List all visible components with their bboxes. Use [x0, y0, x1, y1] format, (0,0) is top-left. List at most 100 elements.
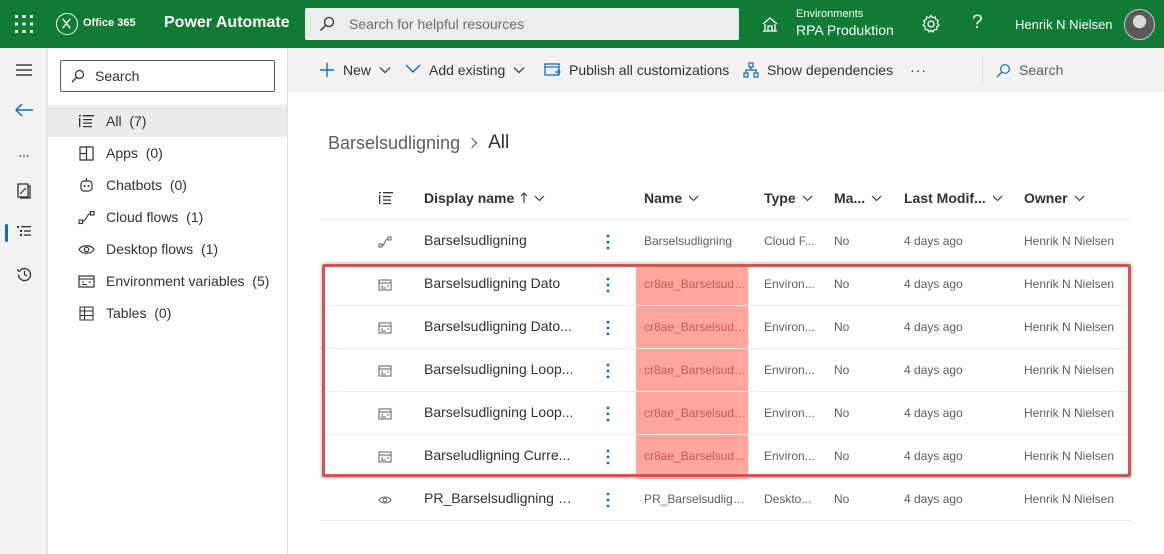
- top-search-box[interactable]: [305, 8, 739, 40]
- nav-item-cloud-flows[interactable]: Cloud flows (1): [48, 201, 287, 233]
- column-label: Name: [644, 190, 683, 206]
- column-header-managed[interactable]: Ma...: [834, 190, 882, 206]
- cell-modified: 4 days ago: [904, 406, 963, 420]
- env-variable-icon: [378, 408, 392, 420]
- solutions-button[interactable]: [0, 172, 48, 208]
- history-icon: [16, 267, 31, 281]
- table-row[interactable]: Barselsudligning Loop... cr8ae_Barselsud…: [320, 349, 1132, 392]
- chevron-down-icon: [534, 195, 545, 201]
- help-icon[interactable]: ?: [972, 12, 983, 34]
- cell-type: Environ...: [764, 277, 815, 291]
- add-existing-button[interactable]: Add existing: [405, 48, 525, 92]
- dependencies-icon: [743, 62, 759, 78]
- more-vertical-icon[interactable]: [604, 318, 612, 338]
- more-vertical-icon[interactable]: [604, 490, 612, 510]
- cell-owner: Henrik N Nielsen: [1024, 406, 1115, 420]
- cell-display-name[interactable]: Barselsudligning Dato...: [424, 318, 574, 334]
- cell-display-name[interactable]: Barselsudligning Loop...: [424, 361, 574, 377]
- cell-modified: 4 days ago: [904, 363, 963, 377]
- environment-value[interactable]: RPA Produktion: [796, 22, 894, 38]
- cell-display-name[interactable]: Barseludligning Curre...: [424, 447, 574, 463]
- new-button[interactable]: New: [319, 48, 391, 92]
- settings-gear-icon[interactable]: [921, 14, 941, 34]
- env-variable-icon: [378, 365, 392, 377]
- app-title[interactable]: Power Automate: [164, 14, 290, 32]
- environment-icon[interactable]: [761, 15, 779, 33]
- table-row[interactable]: PR_Barselsudligning E... PR_Barselsudlig…: [320, 478, 1132, 521]
- column-label: Last Modif...: [904, 190, 986, 206]
- publish-all-button[interactable]: Publish all customizations: [544, 48, 729, 92]
- cell-display-name[interactable]: Barselsudligning Dato: [424, 275, 574, 291]
- suite-name[interactable]: Office 365: [83, 17, 136, 29]
- overflow-more-button[interactable]: ···: [910, 48, 927, 92]
- object-side-nav: All (7) Apps (0) Chatbots (0) Cloud flow…: [48, 48, 288, 554]
- back-button[interactable]: [0, 92, 48, 128]
- table-row[interactable]: Barseludligning Curre... cr8ae_Barselsud…: [320, 435, 1132, 478]
- table-row[interactable]: Barselsudligning Barselsudligning Cloud …: [320, 220, 1132, 263]
- user-avatar[interactable]: [1124, 9, 1155, 40]
- breadcrumb-parent[interactable]: Barselsudligning: [328, 133, 460, 154]
- table-row[interactable]: Barselsudligning Loop... cr8ae_Barselsud…: [320, 392, 1132, 435]
- nav-item-apps[interactable]: Apps (0): [48, 137, 287, 169]
- cell-display-name[interactable]: Barselsudligning Loop...: [424, 404, 574, 420]
- nav-item-label: Tables: [106, 305, 147, 321]
- history-button[interactable]: [0, 256, 48, 292]
- cell-modified: 4 days ago: [904, 320, 963, 334]
- cell-display-name[interactable]: PR_Barselsudligning E...: [424, 490, 574, 506]
- table-icon: [79, 306, 94, 321]
- cell-managed: No: [834, 363, 850, 377]
- cell-type: Deskto...: [764, 492, 812, 506]
- more-vertical-icon[interactable]: [604, 232, 612, 252]
- column-header-type[interactable]: Type: [764, 190, 813, 206]
- left-rail: ...: [0, 48, 48, 554]
- grid-search-label: Search: [1019, 62, 1064, 78]
- nav-item-tables[interactable]: Tables (0): [48, 297, 287, 329]
- nav-search-box[interactable]: [60, 60, 275, 92]
- table-row[interactable]: Barselsudligning Dato cr8ae_Barselsudli.…: [320, 263, 1132, 306]
- nav-item-label: All: [106, 113, 122, 129]
- chevron-down-icon: [802, 195, 813, 201]
- user-name[interactable]: Henrik N Nielsen: [1015, 17, 1113, 32]
- cell-owner: Henrik N Nielsen: [1024, 320, 1115, 334]
- nav-item-chatbots[interactable]: Chatbots (0): [48, 169, 287, 201]
- environment-label[interactable]: Environments: [796, 8, 863, 20]
- hamburger-menu-button[interactable]: [0, 52, 48, 88]
- nav-item-count: (7): [129, 113, 147, 129]
- nav-item-desktop-flows[interactable]: Desktop flows (1): [48, 233, 287, 265]
- search-icon: [320, 16, 335, 31]
- nav-item-all[interactable]: All (7): [48, 105, 287, 137]
- cell-name: cr8ae_Barselsudli...: [644, 449, 748, 463]
- more-vertical-icon[interactable]: [604, 275, 612, 295]
- office-365-logo-icon[interactable]: [56, 13, 78, 35]
- nav-item-label: Chatbots: [106, 177, 163, 193]
- grid-header: Display name Name Type Ma... Last Modif.…: [320, 176, 1132, 220]
- column-header-display-name[interactable]: Display name: [424, 190, 545, 206]
- column-header-last-modified[interactable]: Last Modif...: [904, 190, 1003, 206]
- column-header-owner[interactable]: Owner: [1024, 190, 1085, 206]
- nav-item-label: Environment variables: [106, 273, 245, 289]
- nav-search-input[interactable]: [95, 61, 270, 91]
- cell-display-name[interactable]: Barselsudligning: [424, 232, 574, 248]
- cell-type: Environ...: [764, 363, 815, 377]
- grid-search-button[interactable]: Search: [996, 48, 1063, 92]
- column-header-name[interactable]: Name: [644, 190, 699, 206]
- select-all-list-icon[interactable]: [379, 191, 393, 205]
- table-row[interactable]: Barselsudligning Dato... cr8ae_Barselsud…: [320, 306, 1132, 349]
- app-launcher-waffle-icon[interactable]: [14, 14, 34, 34]
- top-search-input[interactable]: [349, 8, 729, 40]
- env-variable-icon: [378, 279, 392, 291]
- cell-owner: Henrik N Nielsen: [1024, 492, 1115, 506]
- cell-type: Cloud F...: [764, 234, 815, 248]
- more-vertical-icon[interactable]: [604, 361, 612, 381]
- cell-type: Environ...: [764, 449, 815, 463]
- chevron-down-icon: [992, 195, 1003, 201]
- objects-button[interactable]: [0, 214, 48, 250]
- more-vertical-icon[interactable]: [604, 404, 612, 424]
- more-icon[interactable]: ...: [0, 134, 48, 170]
- cell-modified: 4 days ago: [904, 234, 963, 248]
- show-dependencies-button[interactable]: Show dependencies: [743, 48, 893, 92]
- cell-owner: Henrik N Nielsen: [1024, 449, 1115, 463]
- more-vertical-icon[interactable]: [604, 447, 612, 467]
- chevron-down-icon: [513, 67, 525, 74]
- nav-item-environment-variables[interactable]: Environment variables (5): [48, 265, 287, 297]
